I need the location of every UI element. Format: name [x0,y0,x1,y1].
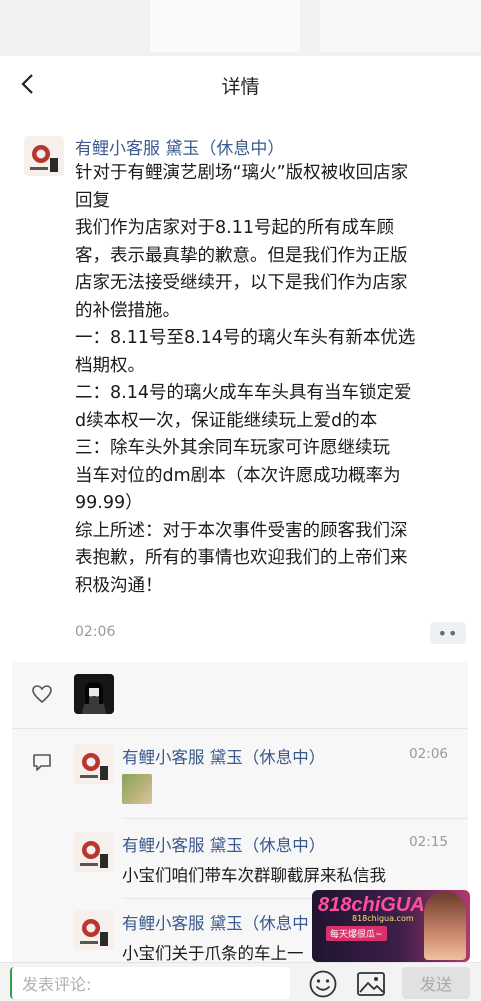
comment-bubble-icon [33,754,51,771]
more-actions-button[interactable]: •• [430,622,466,644]
post-line: 我们作为店家对于8.11号起的所有成车顾 [75,218,394,238]
image-icon[interactable] [356,971,386,997]
watermark-figure [424,892,466,960]
post-line: 99.99） [75,493,143,513]
moment-post: 有鲤小客服 黛玉（休息中） 针对于有鲤演艺剧场“璃火”版权被收回店家 回复 我们… [0,112,481,660]
sticker-image[interactable] [122,774,152,804]
post-line: 综上所述：对于本次事件受害的顾客我们深 [75,520,408,541]
comment-author[interactable]: 有鲤小客服 黛玉（休息中 [122,910,309,934]
post-line: 积极沟通！ [75,575,163,596]
post-content: 针对于有鲤演艺剧场“璃火”版权被收回店家 回复 我们作为店家对于8.11号起的所… [75,160,471,600]
shop-logo-icon [24,136,64,176]
comment-author[interactable]: 有鲤小客服 黛玉（休息中） [122,832,325,856]
watermark-slogan: 每天爆很瓜~ [326,926,387,941]
avatar[interactable] [74,910,114,950]
divider [12,728,468,729]
post-line: 三：除车头外其余同车玩家可许愿继续玩 [75,438,390,458]
comment-input[interactable]: 发表评论: [10,967,290,999]
comment-item[interactable]: 有鲤小客服 黛玉（休息中） 02:06 [74,744,464,814]
post-line: 二：8.14号的璃火成车车头具有当车锁定爱 [75,383,412,403]
page-title: 详情 [221,76,260,98]
comment-bar: 发表评论: 发送 [0,962,481,1001]
send-button[interactable]: 发送 [402,967,470,999]
post-time: 02:06 [75,624,116,640]
avatar[interactable] [24,136,64,176]
post-line: 客，表示最真挚的歉意。但是我们作为正版 [75,245,408,266]
status-block [150,0,300,52]
watermark-badge: 818chiGUA 818chigua.com 每天爆很瓜~ [312,890,470,962]
post-line: 店家无法接受继续开，以下是我们作为店家 [75,273,408,293]
comment-text: 小宝们咱们带车次群聊截屏来私信我 [122,866,386,885]
shop-logo-icon [74,744,114,784]
post-line: d续本权一次，保证能继续玩上爱d的本 [75,410,378,431]
post-line: 表抱歉，所有的事情也欢迎我们的上帝们来 [75,548,408,568]
divider [122,818,468,819]
status-block [320,0,481,52]
post-line: 的补偿措施。 [75,300,180,321]
person-silhouette-icon [74,674,114,714]
smiley-icon[interactable] [308,969,338,999]
comment-author[interactable]: 有鲤小客服 黛玉（休息中） [122,744,325,768]
post-line: 针对于有鲤演艺剧场“璃火”版权被收回店家 [75,163,409,183]
likes-row [12,662,468,728]
shop-logo-icon [74,832,114,872]
post-line: 回复 [75,190,110,211]
heart-icon [32,685,52,704]
status-strip [0,0,481,56]
nav-bar: 详情 [0,56,481,112]
liker-avatar[interactable] [74,674,114,714]
avatar[interactable] [74,832,114,872]
avatar[interactable] [74,744,114,784]
comment-placeholder: 发表评论: [22,975,92,994]
post-line: 一：8.11号至8.14号的璃火车头有新本优选 [75,328,416,348]
post-line: 当车对位的dm剧本（本次许愿成功概率为 [75,465,401,486]
post-author[interactable]: 有鲤小客服 黛玉（休息中） [75,134,284,159]
shop-logo-icon [74,910,114,950]
comment-time: 02:06 [409,746,448,762]
post-line: 档期权。 [75,355,145,376]
watermark-url: 818chigua.com [352,914,414,923]
comment-text: 小宝们关于爪条的车上一 [122,944,304,962]
comment-time: 02:15 [409,834,448,850]
